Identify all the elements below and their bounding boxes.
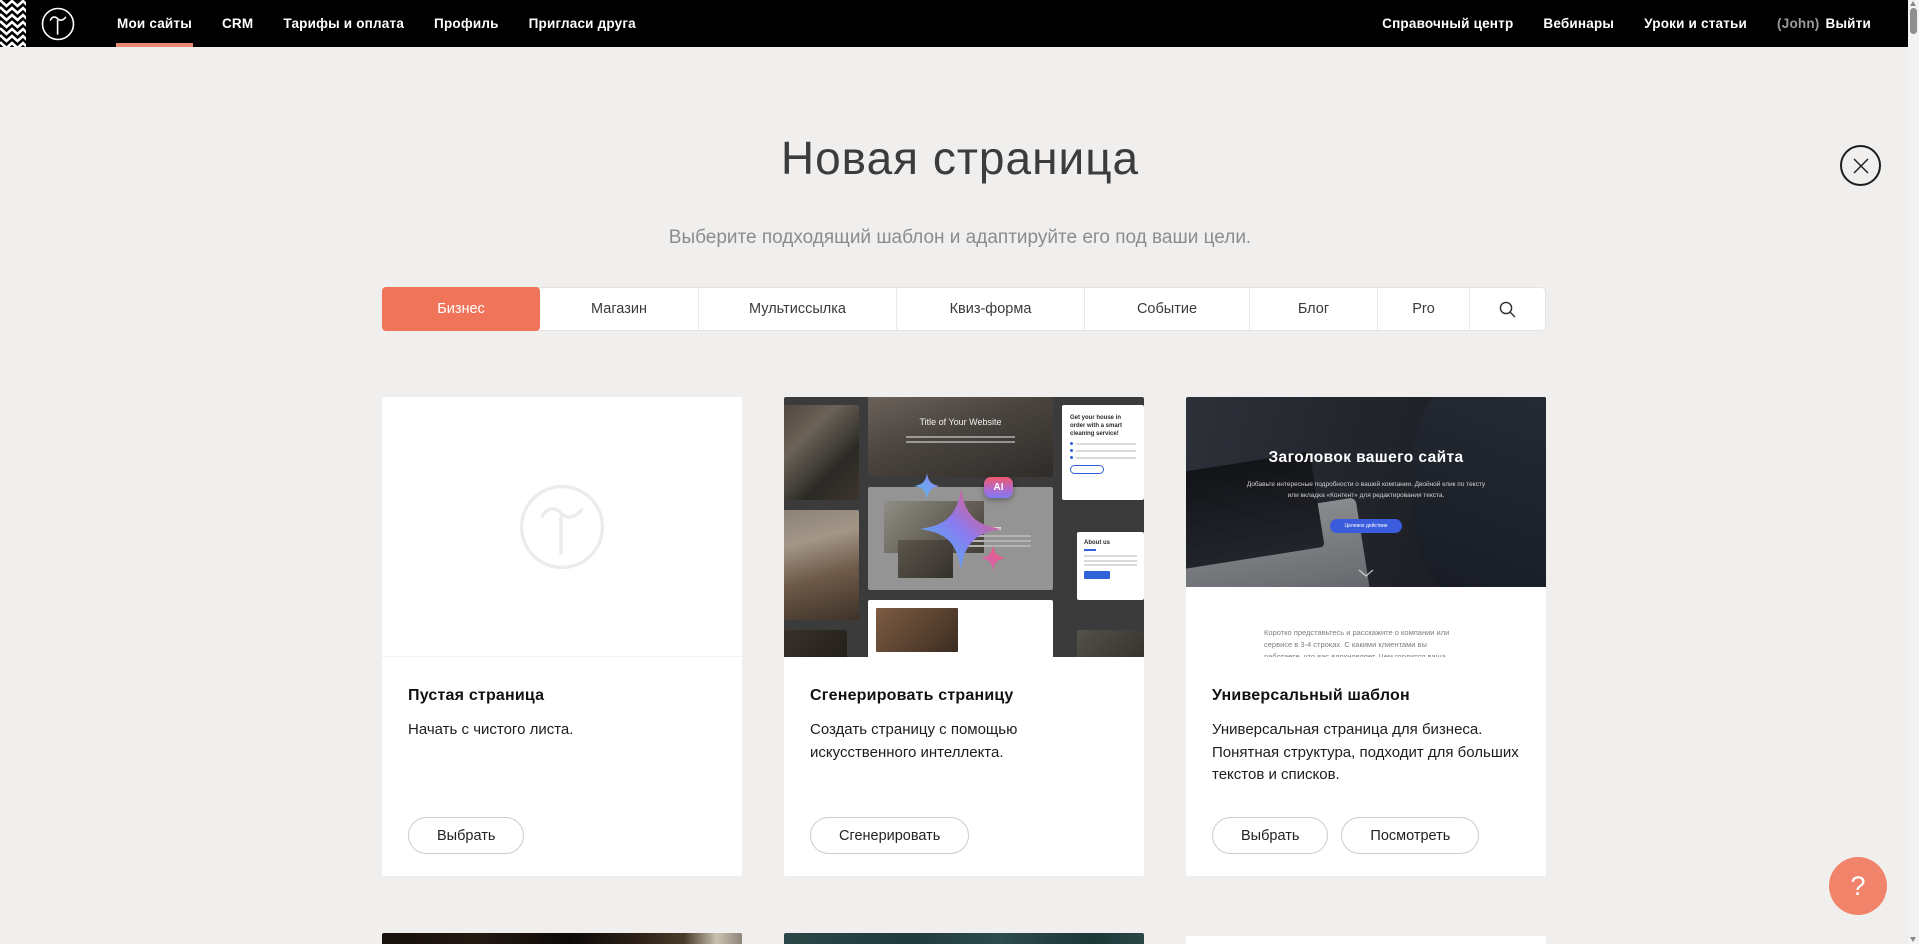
generate-button[interactable]: Сгенерировать (810, 817, 969, 854)
scrollbar-down-arrow[interactable] (1910, 937, 1916, 942)
mock-site-title: Title of Your Website (868, 417, 1053, 427)
template-card-partial-2[interactable] (784, 933, 1144, 944)
template-hero-title: Заголовок вашего сайта (1186, 449, 1546, 467)
close-icon (1852, 157, 1870, 175)
template-card-partial-1[interactable] (382, 933, 742, 944)
template-text-section: Коротко представьтесь и расскажите о ком… (1186, 587, 1546, 657)
tab-quiz-form[interactable]: Квиз-форма (897, 288, 1085, 330)
collage-card-cleaning: Get your house in order with a smart cle… (1062, 405, 1144, 500)
choose-blank-button[interactable]: Выбрать (408, 817, 524, 854)
template-cta-button: Целевое действие (1330, 519, 1402, 533)
card-title: Универсальный шаблон (1212, 687, 1520, 705)
tab-blog[interactable]: Блог (1250, 288, 1378, 330)
template-grid: Пустая страница Начать с чистого листа. … (382, 397, 1546, 876)
scrollbar-up-arrow[interactable] (1910, 1, 1916, 6)
card-description: Начать с чистого листа. (408, 719, 716, 742)
template-category-tabs: Бизнес Магазин Мультиссылка Квиз-форма С… (382, 287, 1546, 331)
sparkle-small-pink-icon (980, 545, 1006, 571)
app-window: Мои сайты CRM Тарифы и оплата Профиль Пр… (0, 0, 1919, 944)
card-description: Создать страницу с помощью искусственног… (810, 719, 1118, 764)
ai-template-preview: Title of Your Website Get your house in … (784, 397, 1144, 657)
secondary-menu: Справочный центр Вебинары Уроки и статьи… (1367, 0, 1908, 47)
chevron-down-icon (1358, 569, 1374, 577)
new-page-dialog: Новая страница Выберите подходящий шабло… (0, 47, 1919, 944)
nav-crm-label: CRM (222, 16, 253, 31)
search-icon (1498, 300, 1517, 319)
collage-hero-mock: Title of Your Website (868, 397, 1053, 477)
top-navigation-bar: Мои сайты CRM Тарифы и оплата Профиль Пр… (0, 0, 1908, 47)
tilda-logo-icon (40, 6, 76, 42)
help-button[interactable]: ? (1829, 857, 1887, 915)
close-button[interactable] (1840, 145, 1881, 186)
tab-event[interactable]: Событие (1085, 288, 1250, 330)
collage-photo-desk (784, 405, 859, 500)
nav-username: (John) (1777, 16, 1819, 31)
nav-my-sites-label: Мои сайты (117, 16, 192, 31)
tilda-logo[interactable] (40, 0, 76, 47)
scrollbar-thumb[interactable] (1910, 8, 1917, 34)
card-description: Универсальная страница для бизнеса. Поня… (1212, 719, 1520, 787)
template-hero-section: Заголовок вашего сайта Добавьте интересн… (1186, 397, 1546, 587)
nav-crm[interactable]: CRM (207, 0, 268, 47)
tab-quiz-form-label: Квиз-форма (950, 301, 1032, 317)
nav-my-sites[interactable]: Мои сайты (102, 0, 207, 47)
universal-template-preview: Заголовок вашего сайта Добавьте интересн… (1186, 397, 1546, 657)
nav-pricing-label: Тарифы и оплата (283, 16, 404, 31)
nav-help-center-label: Справочный центр (1382, 16, 1513, 31)
card-body: Сгенерировать страницу Создать страницу … (784, 657, 1144, 876)
collage-photo-small-right (1077, 630, 1144, 657)
nav-pricing[interactable]: Тарифы и оплата (268, 0, 419, 47)
template-card-partial-3[interactable] (1186, 936, 1546, 944)
nav-invite-friend-label: Пригласи друга (529, 16, 636, 31)
nav-logout[interactable]: (John) Выйти (1762, 0, 1886, 47)
template-card-ai-generate[interactable]: Title of Your Website Get your house in … (784, 397, 1144, 876)
tab-event-label: Событие (1137, 301, 1197, 317)
tab-search[interactable] (1470, 288, 1545, 330)
nav-lessons-label: Уроки и статьи (1644, 16, 1747, 31)
nav-invite-friend[interactable]: Пригласи друга (514, 0, 651, 47)
collage-card-about: About us (1077, 532, 1144, 600)
tab-business-label: Бизнес (437, 301, 485, 317)
ai-badge: AI (984, 477, 1013, 498)
card-body: Пустая страница Начать с чистого листа. … (382, 657, 742, 876)
nav-lessons[interactable]: Уроки и статьи (1629, 0, 1762, 47)
collage-card-photos (868, 600, 1053, 657)
vertical-scrollbar[interactable] (1908, 0, 1919, 944)
template-hero-subtitle: Добавьте интересные подробности о вашей … (1241, 479, 1491, 501)
template-grid-row2 (382, 933, 1546, 944)
tab-blog-label: Блог (1298, 301, 1329, 317)
template-card-blank[interactable]: Пустая страница Начать с чистого листа. … (382, 397, 742, 876)
choose-universal-button[interactable]: Выбрать (1212, 817, 1328, 854)
nav-webinars-label: Вебинары (1543, 16, 1614, 31)
tab-store-label: Магазин (591, 301, 647, 317)
main-menu: Мои сайты CRM Тарифы и оплата Профиль Пр… (102, 0, 651, 47)
nav-webinars[interactable]: Вебинары (1528, 0, 1629, 47)
tab-business[interactable]: Бизнес (382, 287, 540, 331)
preview-universal-button[interactable]: Посмотреть (1341, 817, 1479, 854)
card-title: Пустая страница (408, 687, 716, 705)
blank-template-preview (382, 397, 742, 657)
card-title: Сгенерировать страницу (810, 687, 1118, 705)
collage-photo-small-left (784, 630, 847, 657)
zigzag-pattern-icon (0, 0, 26, 47)
tab-pro[interactable]: Pro (1378, 288, 1470, 330)
template-body-text: Коротко представьтесь и расскажите о ком… (1264, 627, 1462, 657)
tab-multilink[interactable]: Мультиссылка (699, 288, 897, 330)
page-subtitle: Выберите подходящий шаблон и адаптируйте… (378, 227, 1542, 249)
page-title: Новая страница (378, 131, 1542, 185)
nav-help-center[interactable]: Справочный центр (1367, 0, 1528, 47)
card-body: Универсальный шаблон Универсальная стран… (1186, 657, 1546, 876)
mock-about-heading: About us (1084, 540, 1137, 546)
nav-profile-label: Профиль (434, 16, 499, 31)
tilda-watermark-icon (515, 480, 609, 574)
tab-multilink-label: Мультиссылка (749, 301, 846, 317)
mock-cleaning-heading: Get your house in order with a smart cle… (1070, 414, 1136, 438)
template-card-universal[interactable]: Заголовок вашего сайта Добавьте интересн… (1186, 397, 1546, 876)
tab-pro-label: Pro (1412, 301, 1435, 317)
nav-logout-label: Выйти (1826, 16, 1872, 31)
collage-photo-livingroom (784, 510, 859, 620)
tab-store[interactable]: Магазин (540, 288, 699, 330)
nav-profile[interactable]: Профиль (419, 0, 514, 47)
